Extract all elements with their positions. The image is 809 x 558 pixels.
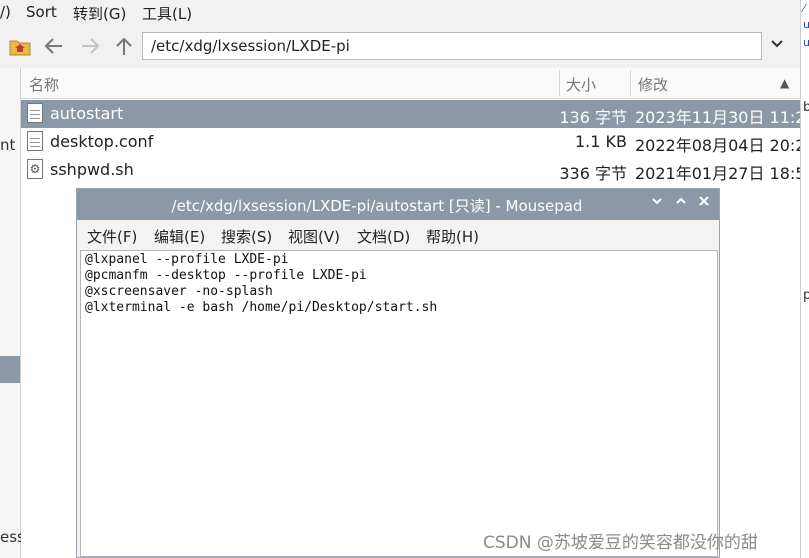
back-arrow-icon[interactable] (42, 34, 66, 58)
home-folder-icon[interactable] (8, 34, 32, 58)
menu-help[interactable]: 帮助(H) (426, 226, 479, 247)
file-row[interactable]: ⚙ sshpwd.sh 336 字节 2021年01月27日 18:55 (21, 156, 809, 184)
window-menu-chevron-icon[interactable] (651, 194, 663, 210)
close-icon[interactable] (699, 194, 709, 210)
file-size: 336 字节 (559, 164, 627, 183)
file-content[interactable]: @lxpanel --profile LXDE-pi @pcmanfm --de… (85, 252, 437, 316)
file-row[interactable]: desktop.conf 1.1 KB 2022年08月04日 20:28 (21, 128, 809, 156)
watermark: CSDN @苏坡爱豆的笑容都没你的甜 (483, 533, 758, 553)
menu-sort[interactable]: Sort (26, 3, 57, 21)
side-pane-selection[interactable] (0, 356, 20, 383)
file-size: 1.1 KB (575, 132, 627, 151)
maximize-chevron-icon[interactable] (675, 194, 687, 210)
column-modified[interactable]: 修改 (638, 74, 668, 95)
side-pane-fragment: nt (0, 136, 16, 154)
menu-view[interactable]: 视图(V) (288, 226, 340, 247)
file-manager-menubar: /) Sort 转到(G) 工具(L) (0, 0, 800, 24)
list-header: 名称 大小 修改 ▲ (21, 68, 800, 99)
right-edge-window: ⁄ u u b p (800, 0, 809, 558)
file-date: 2021年01月27日 18:55 (635, 164, 809, 183)
column-size[interactable]: 大小 (566, 74, 596, 95)
side-pane[interactable]: nt ess (0, 68, 25, 558)
file-date: 2022年08月04日 20:28 (635, 136, 809, 155)
underline-link-fragment[interactable]: ⁄ (803, 2, 805, 15)
text-fragment: b (803, 100, 809, 115)
window-title: /etc/xdg/lxsession/LXDE-pi/autostart [只读… (171, 197, 583, 215)
menu-goto[interactable]: 转到(G) (73, 3, 126, 24)
text-file-icon (27, 131, 43, 151)
text-file-icon (27, 103, 43, 123)
column-name[interactable]: 名称 (29, 74, 59, 95)
file-manager-toolbar: /etc/xdg/lxsession/LXDE-pi (0, 24, 800, 68)
column-divider[interactable] (630, 70, 631, 96)
menu-file[interactable]: 文件(F) (87, 226, 137, 247)
column-divider[interactable] (559, 70, 560, 96)
mousepad-window: /etc/xdg/lxsession/LXDE-pi/autostart [只读… (76, 188, 720, 558)
text-fragment: p (803, 288, 809, 303)
text-editor-area[interactable]: @lxpanel --profile LXDE-pi @pcmanfm --de… (80, 250, 718, 557)
menu-document[interactable]: 文档(D) (357, 226, 410, 247)
mousepad-menubar: 文件(F) 编辑(E) 搜索(S) 视图(V) 文档(D) 帮助(H) (77, 220, 719, 250)
sort-ascending-icon: ▲ (780, 76, 790, 90)
file-name: autostart (50, 104, 124, 123)
menu-fragment[interactable]: /) (0, 3, 11, 21)
path-input[interactable]: /etc/xdg/lxsession/LXDE-pi (142, 32, 762, 60)
menu-edit[interactable]: 编辑(E) (154, 226, 205, 247)
file-row[interactable]: autostart 136 字节 2023年11月30日 11:22 (21, 100, 809, 128)
file-date: 2023年11月30日 11:22 (635, 108, 809, 127)
chevron-down-icon[interactable] (770, 34, 784, 53)
file-name: desktop.conf (50, 132, 154, 151)
title-bar[interactable]: /etc/xdg/lxsession/LXDE-pi/autostart [只读… (77, 189, 719, 220)
file-size: 136 字节 (559, 108, 627, 127)
file-name: sshpwd.sh (50, 160, 134, 179)
underline-link-fragment[interactable]: u (803, 18, 809, 31)
up-arrow-icon[interactable] (112, 34, 136, 58)
underline-link-fragment[interactable]: u (803, 36, 809, 49)
script-gear-icon: ⚙ (27, 159, 43, 179)
forward-arrow-icon[interactable] (78, 34, 102, 58)
menu-search[interactable]: 搜索(S) (221, 226, 272, 247)
menu-tools[interactable]: 工具(L) (142, 3, 192, 24)
